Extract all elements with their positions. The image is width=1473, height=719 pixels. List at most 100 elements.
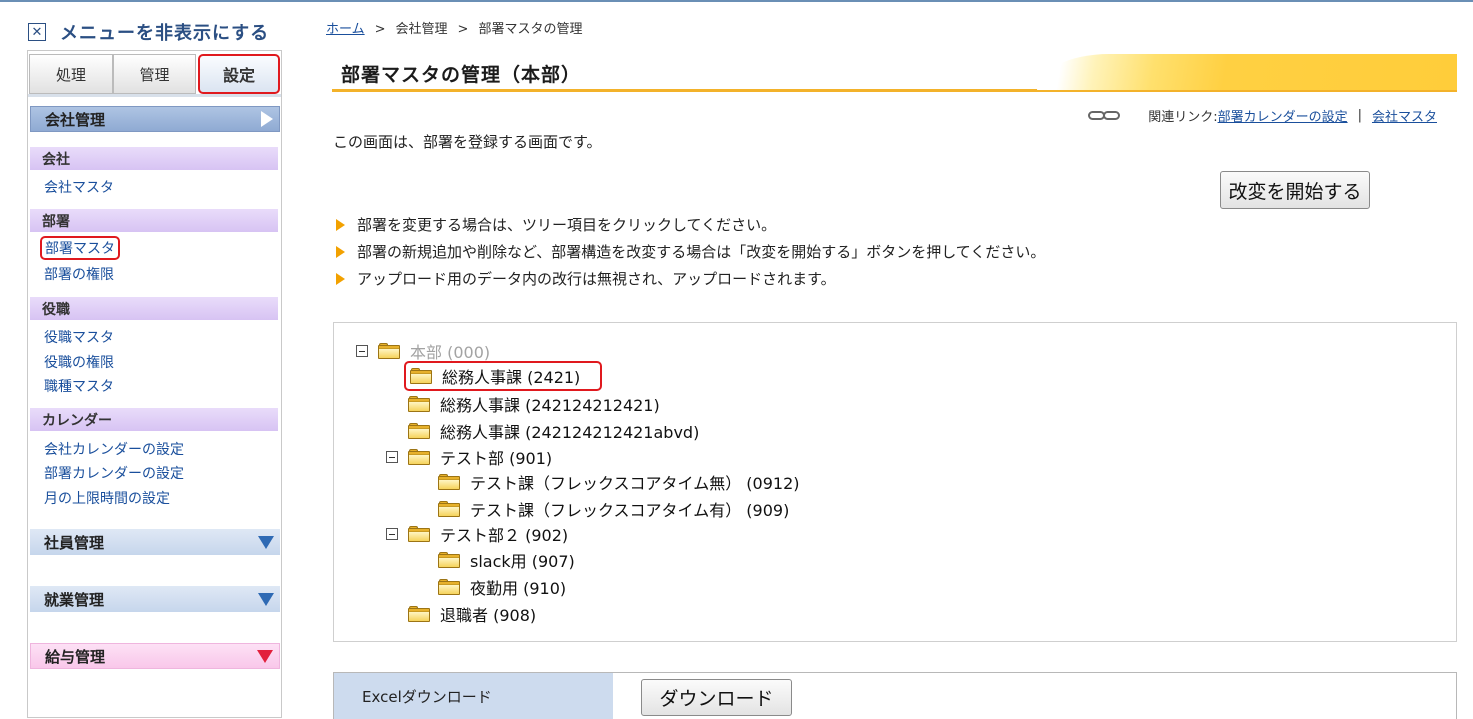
- link-company-master[interactable]: 会社マスタ: [44, 177, 114, 197]
- link-company-master-related[interactable]: 会社マスタ: [1372, 106, 1437, 125]
- arrow-right-icon: [336, 272, 345, 285]
- notes-list: 部署を変更する場合は、ツリー項目をクリックしてください。 部署の新規追加や削除な…: [336, 211, 1045, 292]
- folder-icon: [408, 423, 430, 439]
- section-label: 会社管理: [45, 110, 106, 129]
- category-position: 役職: [30, 297, 278, 320]
- section-payroll-management[interactable]: 給与管理: [30, 643, 280, 669]
- section-employee-management[interactable]: 社員管理: [30, 529, 280, 555]
- breadcrumb-separator: >: [374, 22, 386, 37]
- page-description: この画面は、部署を登録する画面です。: [333, 133, 602, 151]
- collapse-icon[interactable]: [386, 451, 398, 463]
- excel-download-label: Excelダウンロード: [334, 673, 613, 719]
- note-item: アップロード用のデータ内の改行は無視され、アップロードされます。: [336, 265, 1045, 292]
- related-label: 関連リンク:: [1148, 110, 1218, 125]
- breadcrumb-company-management: 会社管理: [395, 22, 448, 37]
- folder-icon: [438, 579, 460, 595]
- link-position-master[interactable]: 役職マスタ: [44, 327, 114, 347]
- link-department-master[interactable]: 部署マスタ: [40, 236, 120, 260]
- link-department-calendar[interactable]: 部署カレンダーの設定: [44, 463, 184, 483]
- tree-node-test-dept-2[interactable]: テスト部２ (902): [386, 522, 568, 546]
- tree-node-label: 総務人事課 (2421): [442, 368, 581, 387]
- tree-node-root[interactable]: 本部 (000): [356, 339, 490, 363]
- folder-icon: [438, 474, 460, 490]
- related-links: 関連リンク: 部署カレンダーの設定 | 会社マスタ: [1088, 106, 1437, 125]
- section-work-management[interactable]: 就業管理: [30, 586, 280, 612]
- collapse-icon[interactable]: [386, 528, 398, 540]
- sidebar-tabs: 処理 管理 設定: [28, 51, 281, 97]
- note-text: 部署の新規追加や削除など、部署構造を改変する場合は「改変を開始する」ボタンを押し…: [357, 243, 1046, 261]
- link-jobtype-master[interactable]: 職種マスタ: [44, 376, 114, 396]
- hide-menu-toggle[interactable]: ✕ メニューを非表示にする: [28, 19, 269, 45]
- folder-icon: [378, 343, 400, 359]
- close-box-icon: ✕: [28, 23, 46, 41]
- folder-icon: [410, 368, 432, 384]
- category-company: 会社: [30, 147, 278, 170]
- chain-link-icon: [1088, 110, 1128, 122]
- tree-node-label: 総務人事課 (242124212421abvd): [440, 423, 700, 442]
- triangle-down-icon: [258, 535, 274, 549]
- page-title: 部署マスタの管理（本部）: [341, 64, 582, 86]
- arrow-right-icon: [336, 245, 345, 258]
- tab-processing[interactable]: 処理: [29, 54, 113, 94]
- breadcrumb-home[interactable]: ホーム: [326, 22, 365, 37]
- note-item: 部署の新規追加や削除など、部署構造を改変する場合は「改変を開始する」ボタンを押し…: [336, 238, 1045, 265]
- tree-node-test-section-no-core[interactable]: テスト課（フレックスコアタイム無） (0912): [438, 470, 800, 494]
- tree-node-label: slack用 (907): [470, 552, 575, 571]
- link-company-calendar[interactable]: 会社カレンダーの設定: [44, 439, 184, 459]
- related-divider: |: [1357, 108, 1362, 123]
- tree-node-test-dept[interactable]: テスト部 (901): [386, 445, 552, 469]
- tree-node-soumu-2421[interactable]: 総務人事課 (2421): [404, 361, 603, 391]
- tree-node-test-section-core[interactable]: テスト課（フレックスコアタイム有） (909): [438, 497, 789, 521]
- tree-node-label: テスト部２ (902): [440, 526, 569, 545]
- tree-node-soumu-abvd[interactable]: 総務人事課 (242124212421abvd): [408, 419, 699, 443]
- note-item: 部署を変更する場合は、ツリー項目をクリックしてください。: [336, 211, 1045, 238]
- start-modification-button[interactable]: 改変を開始する: [1220, 171, 1370, 209]
- tree-node-label: 総務人事課 (242124212421): [440, 396, 660, 415]
- note-text: 部署を変更する場合は、ツリー項目をクリックしてください。: [357, 216, 777, 234]
- breadcrumb-current: 部署マスタの管理: [478, 22, 583, 37]
- tree-node-label: 夜勤用 (910): [470, 579, 567, 598]
- category-calendar: カレンダー: [30, 408, 278, 431]
- folder-icon: [438, 552, 460, 568]
- section-label: 社員管理: [44, 533, 105, 552]
- collapse-icon[interactable]: [356, 345, 368, 357]
- link-position-permission[interactable]: 役職の権限: [44, 352, 114, 372]
- link-department-permission[interactable]: 部署の権限: [44, 264, 114, 284]
- link-department-calendar-settings[interactable]: 部署カレンダーの設定: [1218, 106, 1348, 125]
- excel-download-row: Excelダウンロード: [333, 672, 1457, 719]
- section-label: 就業管理: [44, 590, 105, 609]
- note-text: アップロード用のデータ内の改行は無視され、アップロードされます。: [357, 270, 836, 288]
- breadcrumb: ホーム > 会社管理 > 部署マスタの管理: [326, 18, 582, 37]
- link-monthly-limit[interactable]: 月の上限時間の設定: [44, 488, 170, 508]
- tree-node-label: テスト課（フレックスコアタイム無） (0912): [470, 474, 800, 493]
- triangle-down-icon: [257, 649, 273, 663]
- title-decoration: [1037, 54, 1457, 90]
- hide-menu-label: メニューを非表示にする: [60, 23, 270, 44]
- arrow-right-icon: [336, 218, 345, 231]
- tree-node-label: テスト課（フレックスコアタイム有） (909): [470, 501, 790, 520]
- tree-node-label: 退職者 (908): [440, 606, 537, 625]
- folder-icon: [408, 396, 430, 412]
- tree-node-label: テスト部 (901): [440, 449, 553, 468]
- tree-node-night-shift[interactable]: 夜勤用 (910): [438, 575, 566, 599]
- section-company-management[interactable]: 会社管理: [30, 106, 280, 132]
- tree-node-retired[interactable]: 退職者 (908): [408, 602, 536, 626]
- folder-icon: [408, 606, 430, 622]
- folder-icon: [408, 449, 430, 465]
- tree-node-soumu-242124212421[interactable]: 総務人事課 (242124212421): [408, 392, 660, 416]
- category-department: 部署: [30, 209, 278, 232]
- download-button[interactable]: ダウンロード: [641, 679, 792, 716]
- top-border: [0, 0, 1473, 2]
- breadcrumb-separator: >: [457, 22, 469, 37]
- folder-icon: [438, 501, 460, 517]
- section-label: 給与管理: [45, 647, 106, 666]
- tree-node-label: 本部 (000): [410, 343, 491, 362]
- folder-icon: [408, 526, 430, 542]
- triangle-down-icon: [258, 592, 274, 606]
- triangle-right-icon: [261, 111, 273, 127]
- sidebar: 処理 管理 設定 会社管理 会社 会社マスタ 部署 部署マスタ 部署の権限 役職…: [27, 50, 282, 718]
- tab-settings[interactable]: 設定: [198, 54, 280, 94]
- title-bar: 部署マスタの管理（本部）: [332, 52, 1457, 92]
- tree-node-slack[interactable]: slack用 (907): [438, 548, 575, 572]
- tab-management[interactable]: 管理: [113, 54, 196, 94]
